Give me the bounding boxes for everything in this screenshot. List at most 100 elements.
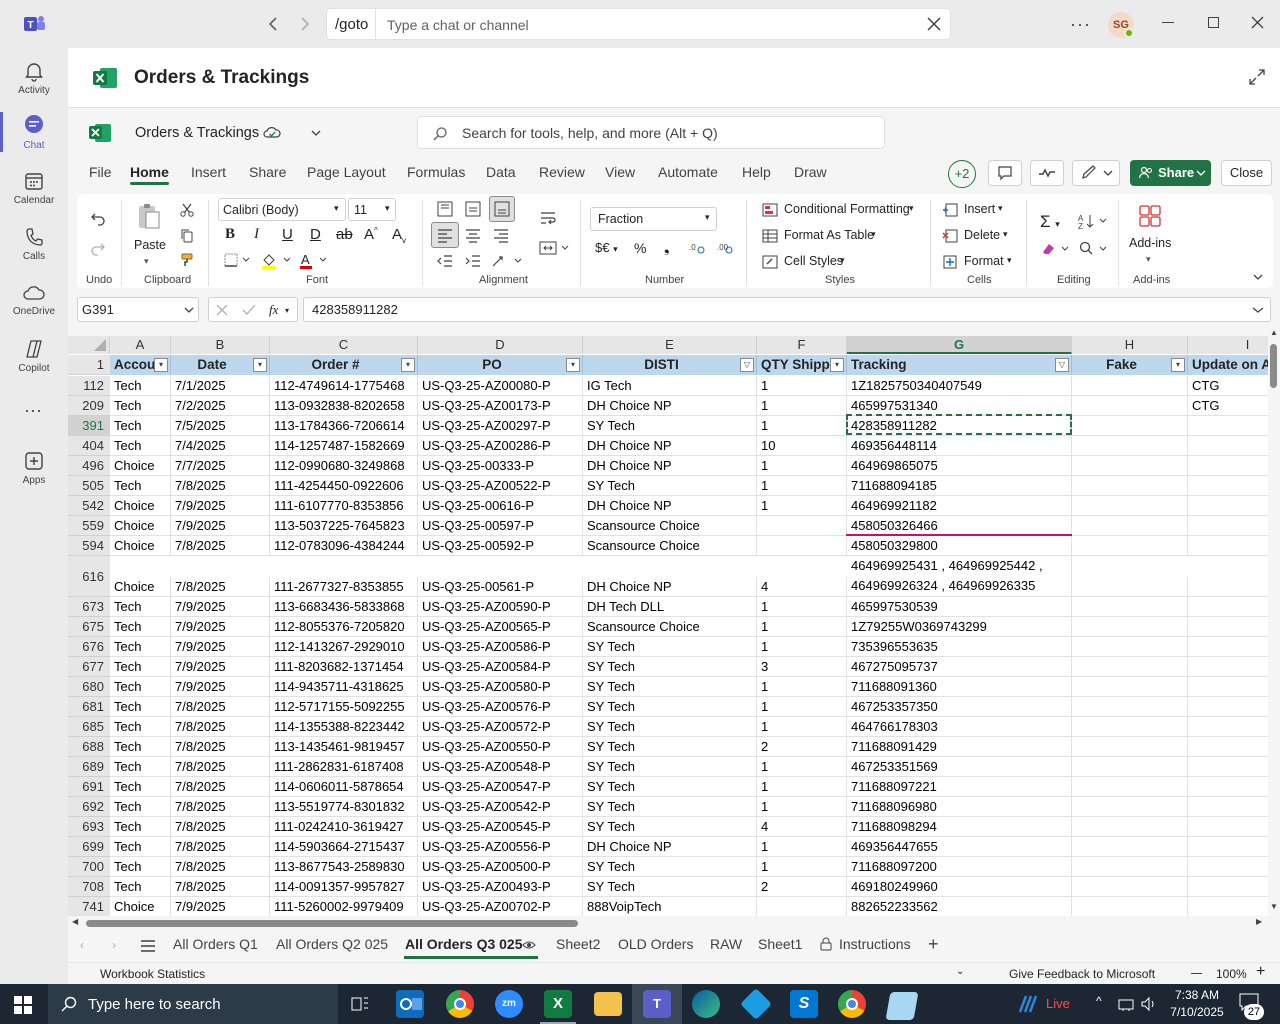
table-cell[interactable]: US-Q3-25-AZ00545-P	[418, 817, 583, 837]
editing-mode-button[interactable]	[1072, 160, 1120, 186]
table-cell[interactable]	[1072, 677, 1188, 697]
table-cell[interactable]: Tech	[110, 717, 171, 737]
table-cell[interactable]: Tech	[110, 476, 171, 496]
rail-activity[interactable]: Activity	[0, 52, 68, 104]
conditional-formatting-button[interactable]: Conditional Formatting ▾	[762, 201, 922, 221]
column-header[interactable]: D	[418, 336, 583, 354]
table-cell[interactable]	[1072, 837, 1188, 857]
table-cell[interactable]: 3	[757, 657, 847, 677]
table-header-cell[interactable]: Fake ▾	[1072, 355, 1188, 375]
table-cell[interactable]	[1072, 657, 1188, 677]
table-cell[interactable]: Tech	[110, 757, 171, 777]
table-cell[interactable]: 1	[757, 416, 847, 436]
prev-sheet-icon[interactable]: ‹	[80, 938, 84, 952]
table-cell[interactable]: 7/5/2025	[171, 416, 270, 436]
row-header[interactable]: 404	[68, 436, 110, 456]
table-cell[interactable]: 1	[757, 717, 847, 737]
clear-eraser-icon[interactable]	[1040, 240, 1074, 258]
tab-automate[interactable]: Automate	[658, 164, 718, 180]
table-cell[interactable]: 1	[757, 697, 847, 717]
tab-file[interactable]: File	[89, 164, 112, 180]
table-cell[interactable]: SY Tech	[583, 476, 757, 496]
table-cell[interactable]: 469356448114	[847, 436, 1072, 456]
tray-chevron-up-icon[interactable]: ^	[1096, 994, 1102, 1008]
find-select-icon[interactable]	[1078, 240, 1112, 258]
table-cell[interactable]: US-Q3-25-AZ00590-P	[418, 597, 583, 617]
paste-chevron-down-icon[interactable]: ▾	[144, 256, 149, 267]
tab-home[interactable]: Home	[130, 164, 169, 180]
table-cell[interactable]	[1072, 516, 1188, 536]
rail-calls[interactable]: Calls	[0, 218, 68, 270]
clear-search-icon[interactable]	[927, 17, 941, 31]
table-cell[interactable]: 882652233562	[847, 897, 1072, 916]
table-cell[interactable]: US-Q3-25-AZ00550-P	[418, 737, 583, 757]
row-header[interactable]: 689	[68, 757, 110, 777]
table-cell[interactable]: 114-0091357-9957827	[270, 877, 418, 897]
table-cell[interactable]: 113-0932838-8202658	[270, 396, 418, 416]
table-cell[interactable]	[1188, 536, 1268, 556]
row-header[interactable]: 680	[68, 677, 110, 697]
table-header-cell[interactable]: Update on Ar	[1188, 355, 1268, 375]
table-cell[interactable]: Tech	[110, 436, 171, 456]
table-cell[interactable]: Scansource Choice	[583, 536, 757, 556]
table-cell[interactable]: 4	[757, 817, 847, 837]
table-cell[interactable]: SY Tech	[583, 857, 757, 877]
table-cell[interactable]: US-Q3-25-AZ00547-P	[418, 777, 583, 797]
align-middle-icon[interactable]	[464, 200, 482, 218]
table-cell[interactable]	[1188, 797, 1268, 817]
table-cell[interactable]: Tech	[110, 697, 171, 717]
table-cell[interactable]	[1188, 476, 1268, 496]
table-cell[interactable]: US-Q3-25-AZ00493-P	[418, 877, 583, 897]
table-cell[interactable]: 7/4/2025	[171, 436, 270, 456]
table-cell[interactable]: 7/2/2025	[171, 396, 270, 416]
table-cell[interactable]: 711688096980	[847, 797, 1072, 817]
table-cell[interactable]: 114-1355388-8223442	[270, 717, 418, 737]
table-cell[interactable]: 1	[757, 777, 847, 797]
restore-icon[interactable]	[1208, 17, 1219, 28]
table-cell[interactable]: 7/8/2025	[171, 777, 270, 797]
table-cell[interactable]: SY Tech	[583, 657, 757, 677]
table-cell[interactable]: DH Choice NP	[583, 396, 757, 416]
table-cell[interactable]: 465997530539	[847, 597, 1072, 617]
undo-icon[interactable]	[90, 210, 106, 226]
decrease-indent-icon[interactable]	[436, 252, 454, 270]
font-size-dropdown[interactable]: 11 ▾	[348, 198, 396, 221]
table-cell[interactable]	[1188, 697, 1268, 717]
app-diamond-icon[interactable]	[740, 988, 772, 1020]
row-header[interactable]: 685	[68, 717, 110, 737]
table-cell[interactable]: 7/8/2025	[171, 737, 270, 757]
table-cell[interactable]: Tech	[110, 376, 171, 396]
table-cell[interactable]: 7/7/2025	[171, 456, 270, 476]
edge-icon[interactable]	[692, 990, 720, 1018]
table-cell[interactable]: Tech	[110, 737, 171, 757]
zoom-app-icon[interactable]: zm	[495, 990, 523, 1018]
scroll-up-arrow-icon[interactable]: ▲	[1270, 328, 1278, 337]
filter-dropdown-icon[interactable]: ▾	[566, 358, 580, 372]
table-cell[interactable]: Tech	[110, 597, 171, 617]
horizontal-scrollbar[interactable]: ◀ ▶	[68, 916, 1268, 930]
paste-icon[interactable]	[136, 202, 162, 232]
table-cell[interactable]	[1188, 416, 1268, 436]
collaborators-badge[interactable]: +2	[948, 160, 976, 188]
status-chevron-down-icon[interactable]: ⌄	[956, 966, 964, 977]
table-cell[interactable]: 1	[757, 797, 847, 817]
table-cell[interactable]: Scansource Choice	[583, 617, 757, 637]
format-as-table-button[interactable]: Format As Table ▾	[762, 227, 882, 247]
scroll-right-arrow-icon[interactable]: ▶	[1256, 917, 1262, 926]
table-cell[interactable]: 458050329800	[847, 536, 1072, 556]
table-cell[interactable]	[1188, 837, 1268, 857]
currency-format-icon[interactable]: $€ ▾	[595, 240, 618, 255]
table-cell[interactable]	[1188, 456, 1268, 476]
row-header[interactable]: 594	[68, 536, 110, 556]
table-cell[interactable]: Tech	[110, 657, 171, 677]
row-header[interactable]: 688	[68, 737, 110, 757]
table-cell[interactable]: 7/8/2025	[171, 757, 270, 777]
table-cell[interactable]: Tech	[110, 837, 171, 857]
row-header[interactable]: 675	[68, 617, 110, 637]
sheet-tab-q2[interactable]: All Orders Q2 025	[276, 936, 388, 952]
filter-dropdown-icon[interactable]: ▾	[154, 358, 168, 372]
sheet-tab-instructions[interactable]: Instructions	[839, 936, 911, 952]
table-cell[interactable]	[1188, 436, 1268, 456]
workbook-name[interactable]: Orders & Trackings	[135, 125, 259, 141]
table-cell[interactable]: SY Tech	[583, 637, 757, 657]
